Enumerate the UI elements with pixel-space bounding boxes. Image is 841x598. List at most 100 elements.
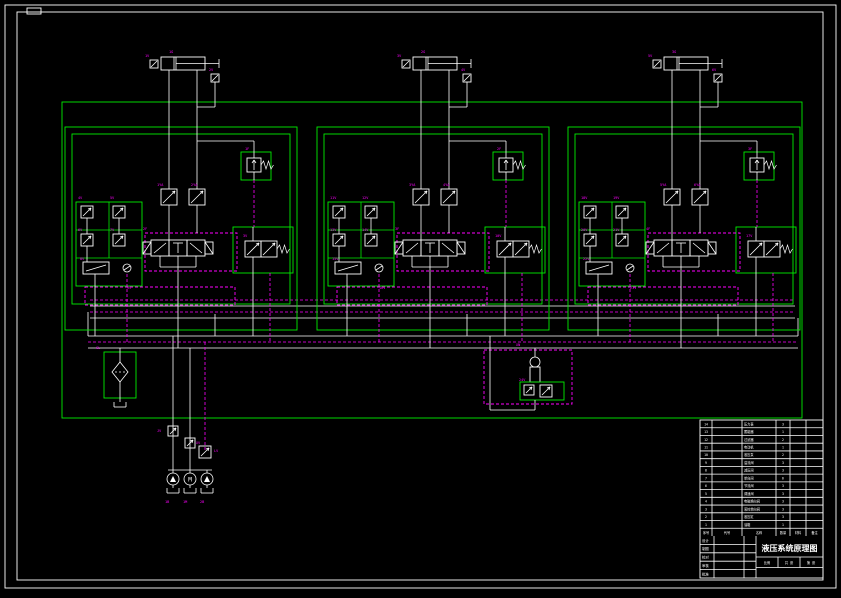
part-qty: 3 (782, 469, 784, 473)
part-name: 蓄能器 (744, 429, 754, 434)
part-no: 1 (705, 523, 707, 527)
component-tag: 12V (362, 196, 369, 200)
title-block: 14 压力表 313 蓄能器 112 过滤器 211 电动机 110 液压泵 29 溢流阀 38 减压阀 3… (699, 419, 824, 579)
part-qty: 1 (782, 446, 784, 450)
station-tag: LV (214, 449, 219, 453)
part-qty: 6 (782, 476, 784, 480)
component-tag: 13V (330, 228, 337, 232)
component-tag: 19V (613, 196, 620, 200)
station-tag: GL (96, 346, 100, 350)
component-tag: 2F (143, 227, 147, 231)
component-tag: 21V (613, 228, 620, 232)
component-tag: 2G (421, 50, 425, 54)
component-tag: 3YA (409, 183, 416, 187)
station-tag: 1M (183, 500, 187, 504)
part-no: 7 (705, 476, 707, 480)
component-tag: 3F (395, 227, 399, 231)
component-tag: 6V (712, 68, 717, 72)
part-name: 调速阀 (744, 491, 754, 496)
hydraulic-module-3: 3G 5V 6V 5YA 6YA 3F 4F 17V 18V 19V 20V 21V 22V 23V (567, 50, 801, 348)
part-qty: 1 (782, 430, 784, 434)
svg-text:M: M (188, 476, 192, 483)
component-tag: 6YA (694, 183, 701, 187)
bus-lines (87, 299, 799, 349)
sign-row-label: 制图 (702, 546, 709, 551)
part-no: 12 (704, 438, 708, 442)
part-qty: 3 (782, 515, 784, 519)
part-no: 5 (705, 492, 707, 496)
part-name: 电磁换向阀 (744, 499, 760, 504)
component-tag: 16V (379, 286, 386, 290)
part-name: 液压缸 (744, 514, 754, 519)
component-tag: 3V (243, 234, 248, 238)
part-name: 溢流阀 (744, 460, 754, 465)
component-tag: 4F (646, 227, 650, 231)
component-tag: 5V (110, 196, 115, 200)
drawing-title: 液压系统原理图 (762, 543, 818, 553)
station-tag: JV (157, 429, 162, 433)
component-tag: 1F (245, 147, 249, 151)
part-no: 3 (705, 507, 707, 511)
part-qty: 3 (782, 492, 784, 496)
part-no: 10 (704, 453, 708, 457)
part-no: 8 (705, 469, 707, 473)
part-name: 电动机 (744, 445, 754, 450)
parts-header: 材料 (795, 530, 802, 535)
station-tag: 1B (165, 500, 169, 504)
component-tag: 1YA (157, 183, 164, 187)
parts-header: 名称 (756, 530, 763, 535)
part-name: 压力表 (744, 421, 754, 426)
part-qty: 2 (782, 438, 784, 442)
component-tag: 2F (497, 147, 501, 151)
drawing-border-frame (4, 4, 837, 589)
part-name: 减压阀 (744, 468, 754, 473)
hydraulic-module-2: 2G 3V 4V 3YA 4YA 2F 3F 10V 11V 12V 13V 14V 15V 16V (316, 50, 550, 348)
station-tag: XV (196, 441, 201, 445)
component-tag: 15V (332, 257, 339, 261)
component-tag: 10V (495, 234, 502, 238)
part-no: 2 (705, 515, 707, 519)
part-no: 13 (704, 430, 708, 434)
part-qty: 3 (782, 500, 784, 504)
sign-row-label: 批准 (702, 571, 709, 576)
component-tag: 4V (78, 196, 83, 200)
pump-station: M JV XV LV 1B 1M 2B GL (96, 336, 219, 504)
accumulator-tag: 24V (519, 378, 526, 382)
component-tag: 3G (672, 50, 676, 54)
part-qty: 3 (782, 422, 784, 426)
part-name: 油箱 (744, 522, 751, 527)
part-no: 14 (704, 422, 708, 426)
component-tag: 22V (583, 257, 590, 261)
part-qty: 3 (782, 461, 784, 465)
sign-row-label: 审核 (702, 563, 709, 568)
part-name: 液控单向阀 (744, 506, 760, 511)
part-qty: 3 (782, 484, 784, 488)
part-qty: 2 (782, 453, 784, 457)
component-tag: 1G (169, 50, 173, 54)
sheet-label: 共 张 (785, 560, 794, 565)
scale-label: 比例 (764, 560, 770, 565)
component-tag: 5V (648, 54, 653, 58)
hydraulic-module-1: 1G1V2V1YA 2YA1F2F3V4V 5V6V 7V8V9V (64, 50, 298, 348)
component-tag: 2V (209, 68, 214, 72)
part-no: 11 (704, 446, 708, 450)
cad-drawing-area: 1G 1V 2V 1YA 2YA 1F 2F 3V 4V 5V 6V 7V 8V 9V 2G 3V 4V 3YA 4… (0, 0, 841, 594)
part-no: 4 (705, 500, 707, 504)
part-name: 单向阀 (744, 475, 754, 480)
parts-header: 代号 (724, 530, 730, 535)
accumulator-group: XN 24V (483, 336, 573, 411)
part-name: 液压泵 (744, 452, 754, 457)
component-tag: 2YA (191, 183, 198, 187)
accumulator-tag: XN (516, 343, 520, 347)
component-tag: 14V (362, 228, 369, 232)
drawing-canvas[interactable]: 1G1V2V1YA 2YA1F2F3V4V 5V6V 7V8V9V2G3V4V3YA 4… (0, 0, 841, 594)
component-tag: 3F (748, 147, 752, 151)
parts-header: 数量 (780, 530, 787, 535)
component-tag: 17V (746, 234, 753, 238)
sign-row-label: 设计 (702, 538, 709, 543)
component-tag: 23V (630, 286, 637, 290)
station-tag: 2B (200, 500, 204, 504)
component-tag: 4V (461, 68, 466, 72)
component-tag: 4YA (443, 183, 450, 187)
component-tag: 20V (581, 228, 588, 232)
